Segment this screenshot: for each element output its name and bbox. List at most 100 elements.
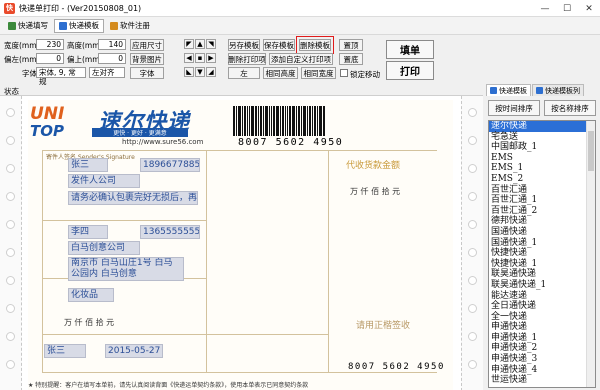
- list-item[interactable]: 申通快递_2: [489, 343, 595, 354]
- list-item[interactable]: 百世汇通: [489, 185, 595, 196]
- save-template-button[interactable]: 保存模板: [263, 39, 295, 51]
- list-item[interactable]: 世运快递: [489, 375, 595, 386]
- arrow-down-icon[interactable]: ▼: [195, 67, 205, 77]
- save-as-template-button[interactable]: 另存模板: [228, 39, 260, 51]
- title-bar: 快 快递单打印 - (Ver20150808_01) — ☐ ✕: [0, 0, 600, 17]
- arrow-center-icon[interactable]: ▪: [195, 53, 205, 63]
- sender-address-field[interactable]: 请务必确认包裹完好无损后，再签收。: [68, 191, 198, 205]
- list-item[interactable]: 百世汇通_2: [489, 206, 595, 217]
- arrow-right-icon[interactable]: ▶: [206, 53, 216, 63]
- lock-move-checkbox[interactable]: [340, 69, 348, 77]
- tab-template-list[interactable]: 快递模板列: [532, 84, 584, 96]
- font-input[interactable]: 宋体, 9, 常规: [36, 67, 86, 86]
- apply-size-button[interactable]: 应用尺寸: [130, 39, 164, 51]
- delete-template-highlight: [296, 36, 334, 54]
- sign-name-field[interactable]: 张三: [44, 344, 86, 358]
- scrollbar-thumb[interactable]: [588, 131, 594, 171]
- list-item[interactable]: EMS_1: [489, 163, 595, 174]
- list-item[interactable]: 快捷快递_1: [489, 259, 595, 270]
- list-item[interactable]: 申通快递_3: [489, 354, 595, 365]
- list-item[interactable]: 百世汇通_1: [489, 195, 595, 206]
- fill-form-button[interactable]: 填单: [386, 40, 434, 59]
- template-list[interactable]: 速尔快递 宅急送 中国邮政_1 EMS EMS_1 EMS_2 百世汇通 百世汇…: [488, 120, 596, 388]
- arrow-up-right-icon[interactable]: ◥: [206, 39, 216, 49]
- list-item[interactable]: 全日通快递: [489, 301, 595, 312]
- same-width-button[interactable]: 相同宽度: [301, 67, 336, 79]
- template-icon: [490, 87, 497, 94]
- close-icon[interactable]: ✕: [578, 0, 600, 17]
- maximize-icon[interactable]: ☐: [556, 0, 578, 17]
- delete-print-item-button[interactable]: 删除打印项: [228, 53, 266, 65]
- brand-url: http://www.sure56.com: [122, 138, 204, 146]
- sign-date-field[interactable]: 2015-05-27: [105, 344, 163, 358]
- list-item[interactable]: 全一快递: [489, 312, 595, 323]
- list-item[interactable]: EMS_2: [489, 174, 595, 185]
- menu-item-fill[interactable]: 快递填写: [4, 19, 52, 33]
- list-item[interactable]: 德邦快递: [489, 216, 595, 227]
- template-list-icon: [536, 87, 543, 94]
- send-to-bottom-button[interactable]: 置底: [339, 53, 363, 65]
- arrow-down-left-icon[interactable]: ◣: [184, 67, 194, 77]
- list-item[interactable]: 联昊通快递: [489, 269, 595, 280]
- minimize-icon[interactable]: —: [534, 0, 556, 17]
- list-item[interactable]: 中国邮政_1: [489, 142, 595, 153]
- bring-to-top-button[interactable]: 置顶: [339, 39, 363, 51]
- sender-phone-field[interactable]: 18966778855: [140, 158, 200, 172]
- list-item[interactable]: EMS: [489, 153, 595, 164]
- cod-label: 代收货款金额: [346, 161, 401, 171]
- brand-logo-top: TOP: [30, 122, 64, 140]
- amount-label-right: 万 仟 佰 拾 元: [350, 187, 401, 196]
- tab-templates[interactable]: 快递模板: [486, 84, 531, 96]
- list-item[interactable]: 速尔快递: [489, 121, 595, 132]
- width-input[interactable]: 230: [36, 39, 64, 50]
- list-item[interactable]: 宅急送: [489, 132, 595, 143]
- arrow-down-right-icon[interactable]: ◢: [206, 67, 216, 77]
- sort-by-time-button[interactable]: 按时间排序: [488, 100, 540, 116]
- recipient-phone-field[interactable]: 13655555555: [140, 225, 200, 239]
- control-panel: 宽度(mm) 230 高度(mm) 140 应用尺寸 偏左(mm) 0 偏上(m…: [0, 35, 600, 86]
- list-item[interactable]: 能达速递: [489, 291, 595, 302]
- add-custom-item-button[interactable]: 添加自定义打印项: [269, 53, 333, 65]
- recipient-address-field[interactable]: 南京市 白马山庄1号 白马公园内 白马创意: [68, 257, 184, 281]
- right-perforation-rail: [461, 96, 483, 390]
- background-image-button[interactable]: 背景图片: [130, 53, 164, 65]
- recipient-company-field[interactable]: 白马创意公司: [68, 241, 140, 255]
- goods-name-field[interactable]: 化妆品: [68, 288, 114, 302]
- list-item[interactable]: 联昊通快递_1: [489, 280, 595, 291]
- align-left-button[interactable]: 左: [228, 67, 260, 79]
- arrow-up-left-icon[interactable]: ◤: [184, 39, 194, 49]
- list-item[interactable]: 申通快递: [489, 322, 595, 333]
- list-item[interactable]: 国通快递: [489, 227, 595, 238]
- align-select[interactable]: 左对齐: [89, 67, 125, 78]
- print-canvas[interactable]: UNI TOP 速尔快递 更快 · 更好 · 更满意 http://www.su…: [0, 95, 483, 390]
- arrow-left-icon[interactable]: ◀: [184, 53, 194, 63]
- font-button[interactable]: 字体: [130, 67, 164, 79]
- menu-item-label: 快递模板: [69, 21, 99, 30]
- sender-company-field[interactable]: 发件人公司: [68, 174, 140, 188]
- arrow-up-icon[interactable]: ▲: [195, 39, 205, 49]
- recipient-name-field[interactable]: 李四: [68, 225, 108, 239]
- edit-icon: [8, 21, 16, 30]
- height-input[interactable]: 140: [98, 39, 126, 50]
- same-height-button[interactable]: 相同高度: [263, 67, 298, 79]
- left-offset-input[interactable]: 0: [36, 53, 64, 64]
- menu-item-label: 软件注册: [120, 21, 150, 30]
- list-item[interactable]: 快捷快递: [489, 248, 595, 259]
- panel-tabs: 快递模板 快递模板列: [486, 84, 585, 96]
- list-item[interactable]: 申通快递_4: [489, 365, 595, 376]
- barcode-number-bottom: 8007 5602 4950: [348, 362, 445, 372]
- sort-by-name-button[interactable]: 按名称排序: [544, 100, 596, 116]
- top-offset-input[interactable]: 0: [98, 53, 126, 64]
- receipt-stamp: 请用正楷签收: [356, 321, 411, 331]
- amount-label-left: 万 仟 佰 拾 元: [64, 318, 115, 327]
- sender-name-field[interactable]: 张三: [68, 158, 108, 172]
- menu-item-template[interactable]: 快递模板: [54, 18, 104, 33]
- print-button[interactable]: 打印: [386, 61, 434, 80]
- list-scrollbar[interactable]: [586, 121, 595, 387]
- waybill-template: UNI TOP 速尔快递 更快 · 更好 · 更满意 http://www.su…: [28, 100, 453, 390]
- list-item[interactable]: 国通快递_1: [489, 238, 595, 249]
- list-item[interactable]: 申通快递_1: [489, 333, 595, 344]
- brand-slogan: 更快 · 更好 · 更满意: [92, 128, 188, 137]
- left-offset-label: 偏左(mm): [4, 55, 40, 64]
- menu-item-register[interactable]: 软件注册: [106, 19, 154, 33]
